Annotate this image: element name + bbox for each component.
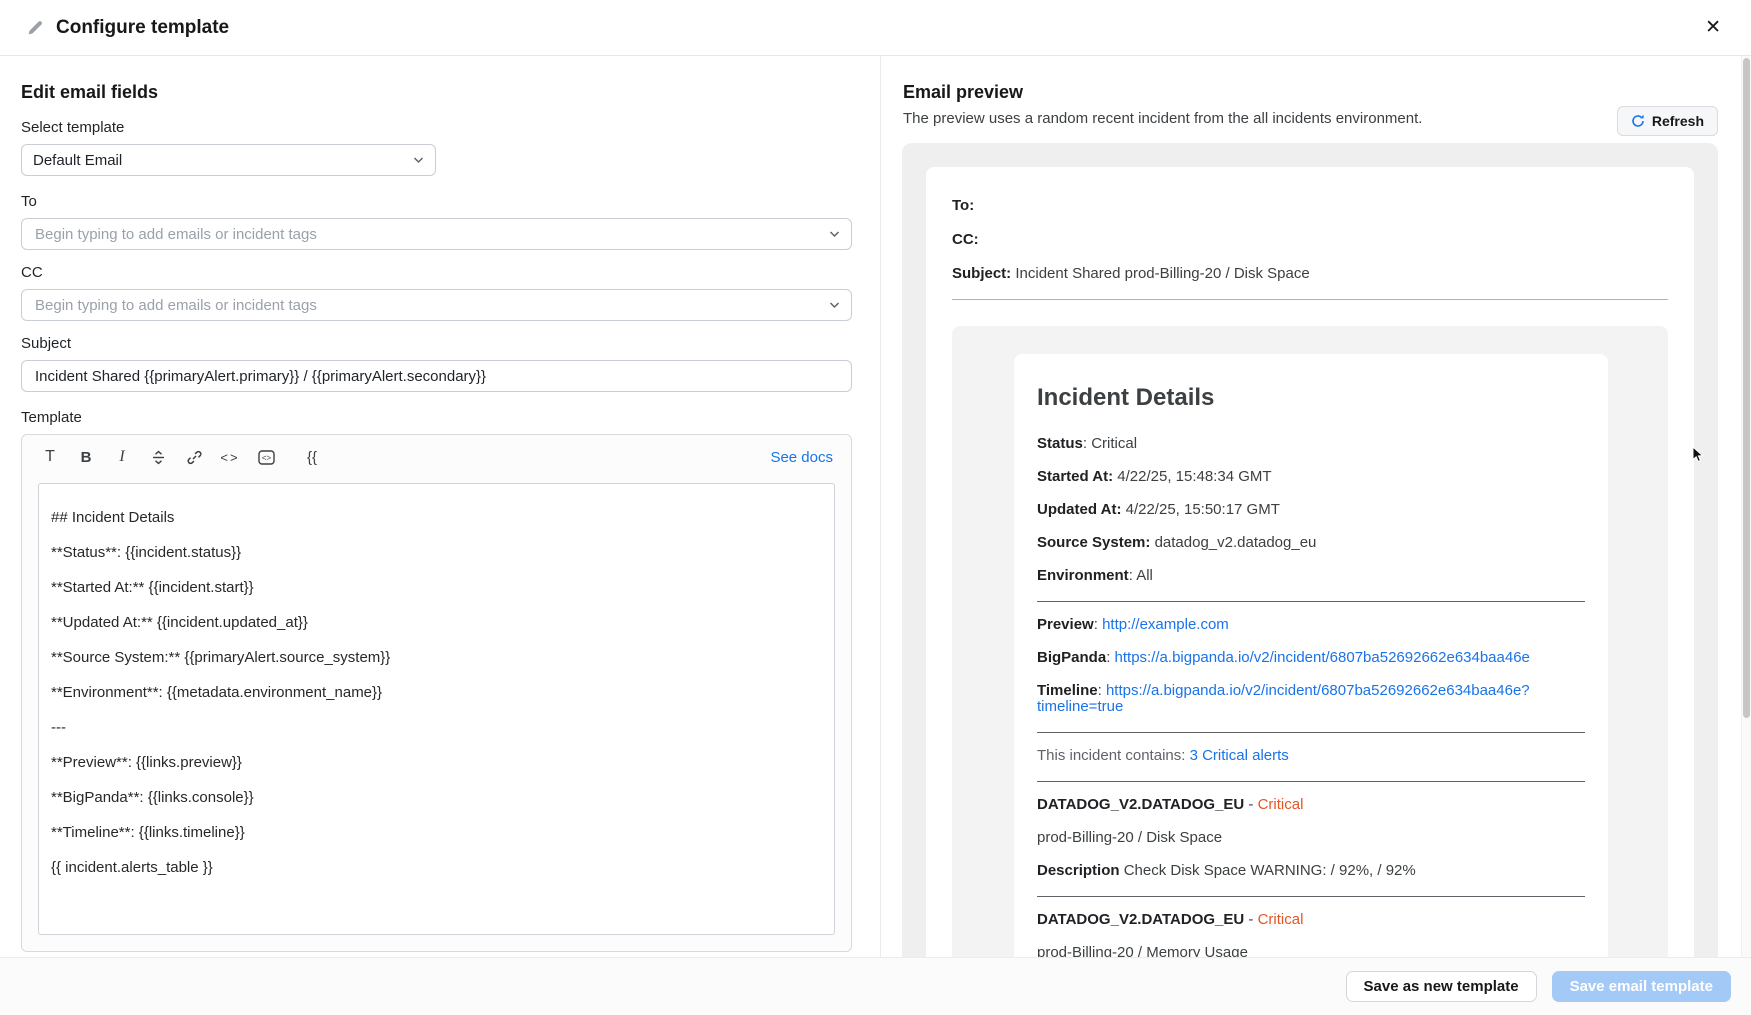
incident-details-card: Incident Details Status: Critical Starte… (1014, 354, 1608, 957)
bold-icon[interactable]: B (74, 445, 98, 469)
to-input[interactable] (33, 225, 821, 244)
template-line: --- (51, 710, 822, 745)
link-icon[interactable] (182, 445, 206, 469)
email-body-background: Incident Details Status: Critical Starte… (952, 326, 1668, 957)
modal-header: Configure template ✕ (0, 0, 1751, 56)
incident-field-environment: Environment: All (1037, 568, 1585, 584)
cc-field-wrap (21, 289, 852, 321)
template-line: {{ incident.alerts_table }} (51, 850, 822, 885)
section-divider (1037, 781, 1585, 782)
email-to-line: To: (952, 197, 1668, 215)
email-cc-line: CC: (952, 231, 1668, 249)
inline-code-icon[interactable]: <> (218, 445, 242, 469)
template-line: **Preview**: {{links.preview}} (51, 745, 822, 780)
chevron-down-icon (413, 156, 424, 164)
email-subject-line: Subject: Incident Shared prod-Billing-20… (952, 265, 1668, 283)
template-line: **BigPanda**: {{links.console}} (51, 780, 822, 815)
refresh-label: Refresh (1652, 113, 1704, 129)
critical-alerts-link[interactable]: 3 Critical alerts (1190, 747, 1289, 764)
cc-input[interactable] (33, 296, 821, 315)
section-divider (1037, 896, 1585, 897)
alert-description-line: Description Check Disk Space WARNING: / … (1037, 863, 1585, 879)
section-divider (1037, 601, 1585, 602)
template-line: ## Incident Details (51, 500, 822, 535)
left-panel-heading: Edit email fields (21, 82, 852, 103)
close-icon[interactable]: ✕ (1701, 14, 1725, 41)
cc-label: CC (21, 264, 852, 281)
template-textarea[interactable]: ## Incident Details **Status**: {{incide… (38, 483, 835, 935)
template-editor: T B I (21, 434, 852, 952)
incident-field-updated: Updated At: 4/22/25, 15:50:17 GMT (1037, 502, 1585, 518)
incident-field-started: Started At: 4/22/25, 15:48:34 GMT (1037, 469, 1585, 485)
select-template-label: Select template (21, 119, 852, 136)
edit-email-fields-panel: Edit email fields Select template Defaul… (0, 56, 881, 957)
to-label: To (21, 193, 852, 210)
timeline-link-line: Timeline: https://a.bigpanda.io/v2/incid… (1037, 683, 1585, 715)
to-field-wrap (21, 218, 852, 250)
preview-heading: Email preview (903, 82, 1751, 103)
refresh-button[interactable]: Refresh (1617, 106, 1718, 136)
subject-input[interactable] (33, 367, 840, 386)
svg-text:<>: <> (261, 453, 271, 462)
save-email-template-button[interactable]: Save email template (1552, 971, 1731, 1002)
scrollbar-track[interactable] (1741, 56, 1751, 957)
divider-icon[interactable] (146, 445, 170, 469)
email-preview-panel: Email preview The preview uses a random … (881, 56, 1751, 957)
save-as-new-template-button[interactable]: Save as new template (1346, 971, 1537, 1002)
preview-container: To: CC: Subject: Incident Shared prod-Bi… (902, 143, 1718, 957)
preview-link-line: Preview: http://example.com (1037, 617, 1585, 633)
bigpanda-link-line: BigPanda: https://a.bigpanda.io/v2/incid… (1037, 650, 1585, 666)
section-divider (1037, 732, 1585, 733)
italic-icon[interactable]: I (110, 445, 134, 469)
modal-title: Configure template (56, 17, 229, 39)
alert-name-line: prod-Billing-20 / Memory Usage (1037, 945, 1585, 957)
email-header-divider (952, 299, 1668, 300)
preview-link[interactable]: http://example.com (1102, 616, 1229, 633)
see-docs-link[interactable]: See docs (770, 449, 833, 466)
template-select[interactable]: Default Email (21, 144, 436, 176)
template-select-value: Default Email (33, 152, 122, 169)
editor-toolbar: T B I (22, 435, 851, 475)
pencil-icon (26, 18, 45, 37)
template-line: **Timeline**: {{links.timeline}} (51, 815, 822, 850)
mustache-variable-icon[interactable]: {{ (300, 445, 324, 469)
incident-contains-line: This incident contains: 3 Critical alert… (1037, 748, 1585, 764)
title-format-icon[interactable]: T (38, 445, 62, 469)
template-line: **Status**: {{incident.status}} (51, 535, 822, 570)
scrollbar-thumb[interactable] (1743, 58, 1750, 718)
alert-source-line: DATADOG_V2.DATADOG_EU - Critical (1037, 912, 1585, 928)
email-card: To: CC: Subject: Incident Shared prod-Bi… (926, 167, 1694, 957)
chevron-down-icon[interactable] (829, 230, 840, 238)
subject-label: Subject (21, 335, 852, 352)
alert-name-line: prod-Billing-20 / Disk Space (1037, 830, 1585, 846)
template-line: **Started At:** {{incident.start}} (51, 570, 822, 605)
template-line: **Environment**: {{metadata.environment_… (51, 675, 822, 710)
incident-details-title: Incident Details (1037, 384, 1585, 412)
chevron-down-icon[interactable] (829, 301, 840, 309)
modal-footer: Save as new template Save email template (0, 957, 1751, 1015)
code-block-icon[interactable]: <> (254, 445, 278, 469)
bigpanda-link[interactable]: https://a.bigpanda.io/v2/incident/6807ba… (1115, 649, 1530, 666)
template-line: **Source System:** {{primaryAlert.source… (51, 640, 822, 675)
configure-template-modal: Configure template ✕ Edit email fields S… (0, 0, 1751, 1015)
subject-field-wrap (21, 360, 852, 392)
refresh-icon (1631, 114, 1645, 128)
incident-field-status: Status: Critical (1037, 436, 1585, 452)
template-line: **Updated At:** {{incident.updated_at}} (51, 605, 822, 640)
incident-field-source-system: Source System: datadog_v2.datadog_eu (1037, 535, 1585, 551)
timeline-link[interactable]: https://a.bigpanda.io/v2/incident/6807ba… (1037, 682, 1530, 715)
template-label: Template (21, 409, 852, 426)
alert-source-line: DATADOG_V2.DATADOG_EU - Critical (1037, 797, 1585, 813)
